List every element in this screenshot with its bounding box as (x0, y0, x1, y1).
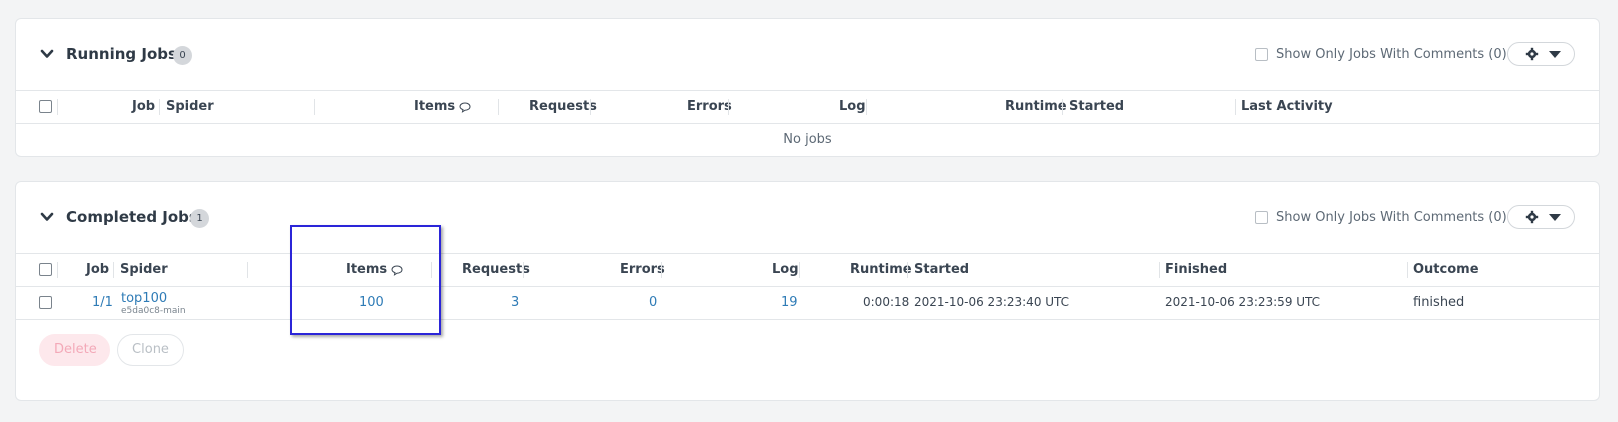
clone-button[interactable]: Clone (117, 334, 184, 366)
log-link[interactable]: 19 (781, 286, 798, 319)
col-job[interactable]: Job (132, 91, 155, 123)
outcome-value: finished (1413, 295, 1465, 310)
running-jobs-panel: Running Jobs 0 Show Only Jobs With Comme… (15, 18, 1600, 157)
completed-jobs-table-header: Job Spider Items Requests Errors Log Run… (16, 253, 1599, 287)
running-jobs-title: Running Jobs (66, 45, 177, 63)
col-log[interactable]: Log (839, 91, 866, 123)
running-jobs-count-badge: 0 (173, 46, 192, 65)
col-errors[interactable]: Errors (687, 91, 732, 123)
running-empty-message: No jobs (783, 132, 832, 147)
col-errors[interactable]: Errors (620, 254, 665, 286)
col-outcome[interactable]: Outcome (1413, 254, 1479, 286)
errors-link[interactable]: 0 (649, 286, 657, 319)
running-comments-filter-label: Show Only Jobs With Comments (0) (1276, 47, 1507, 62)
completed-jobs-title: Completed Jobs (66, 208, 198, 226)
runtime-value: 0:00:18 (863, 295, 910, 309)
chevron-down-icon[interactable] (40, 47, 54, 61)
col-runtime[interactable]: Runtime (1005, 91, 1067, 123)
caret-down-icon (1549, 214, 1561, 221)
running-jobs-header: Running Jobs 0 Show Only Jobs With Comme… (16, 19, 1599, 91)
running-jobs-table-header: Job Spider Items Requests Errors Log Run… (16, 90, 1599, 124)
requests-link[interactable]: 3 (511, 286, 519, 319)
completed-comments-checkbox[interactable] (1255, 211, 1268, 224)
running-comments-filter[interactable]: Show Only Jobs With Comments (0) (1255, 47, 1507, 62)
completed-jobs-header: Completed Jobs 1 Show Only Jobs With Com… (16, 182, 1599, 254)
gear-icon (1525, 47, 1539, 61)
completed-jobs-count-badge: 1 (190, 209, 209, 228)
job-link[interactable]: 1/1 (92, 286, 113, 319)
started-value: 2021-10-06 23:23:40 UTC (914, 295, 1070, 309)
col-started[interactable]: Started (1069, 91, 1124, 123)
completed-select-all-checkbox[interactable] (39, 263, 52, 276)
speech-bubble-icon (459, 102, 471, 113)
gear-icon (1525, 210, 1539, 224)
finished-value: 2021-10-06 23:23:59 UTC (1165, 295, 1321, 309)
highlight-box (290, 225, 441, 335)
running-select-all-checkbox[interactable] (39, 100, 52, 113)
running-settings-button[interactable] (1507, 42, 1575, 66)
col-spider[interactable]: Spider (120, 254, 168, 286)
completed-comments-filter-label: Show Only Jobs With Comments (0) (1276, 210, 1507, 225)
running-comments-checkbox[interactable] (1255, 48, 1268, 61)
spider-revision: e5da0c8-main (121, 306, 186, 316)
col-started[interactable]: Started (914, 254, 969, 286)
col-items[interactable]: Items (414, 91, 455, 123)
row-checkbox[interactable] (39, 296, 52, 309)
table-row: 1/1 top100 e5da0c8-main 100 3 0 19 0:00:… (16, 286, 1599, 320)
chevron-down-icon[interactable] (40, 210, 54, 224)
completed-comments-filter[interactable]: Show Only Jobs With Comments (0) (1255, 210, 1507, 225)
col-spider[interactable]: Spider (166, 91, 214, 123)
spider-link[interactable]: top100 (121, 292, 186, 306)
col-runtime[interactable]: Runtime (850, 254, 912, 286)
delete-button[interactable]: Delete (39, 334, 110, 366)
spider-cell: top100 e5da0c8-main (121, 292, 186, 317)
caret-down-icon (1549, 51, 1561, 58)
col-requests[interactable]: Requests (462, 254, 530, 286)
col-log[interactable]: Log (772, 254, 799, 286)
col-last-activity[interactable]: Last Activity (1241, 91, 1333, 123)
completed-settings-button[interactable] (1507, 205, 1575, 229)
col-finished[interactable]: Finished (1165, 254, 1227, 286)
col-requests[interactable]: Requests (529, 91, 597, 123)
completed-jobs-panel: Completed Jobs 1 Show Only Jobs With Com… (15, 181, 1600, 401)
col-job[interactable]: Job (86, 254, 109, 286)
